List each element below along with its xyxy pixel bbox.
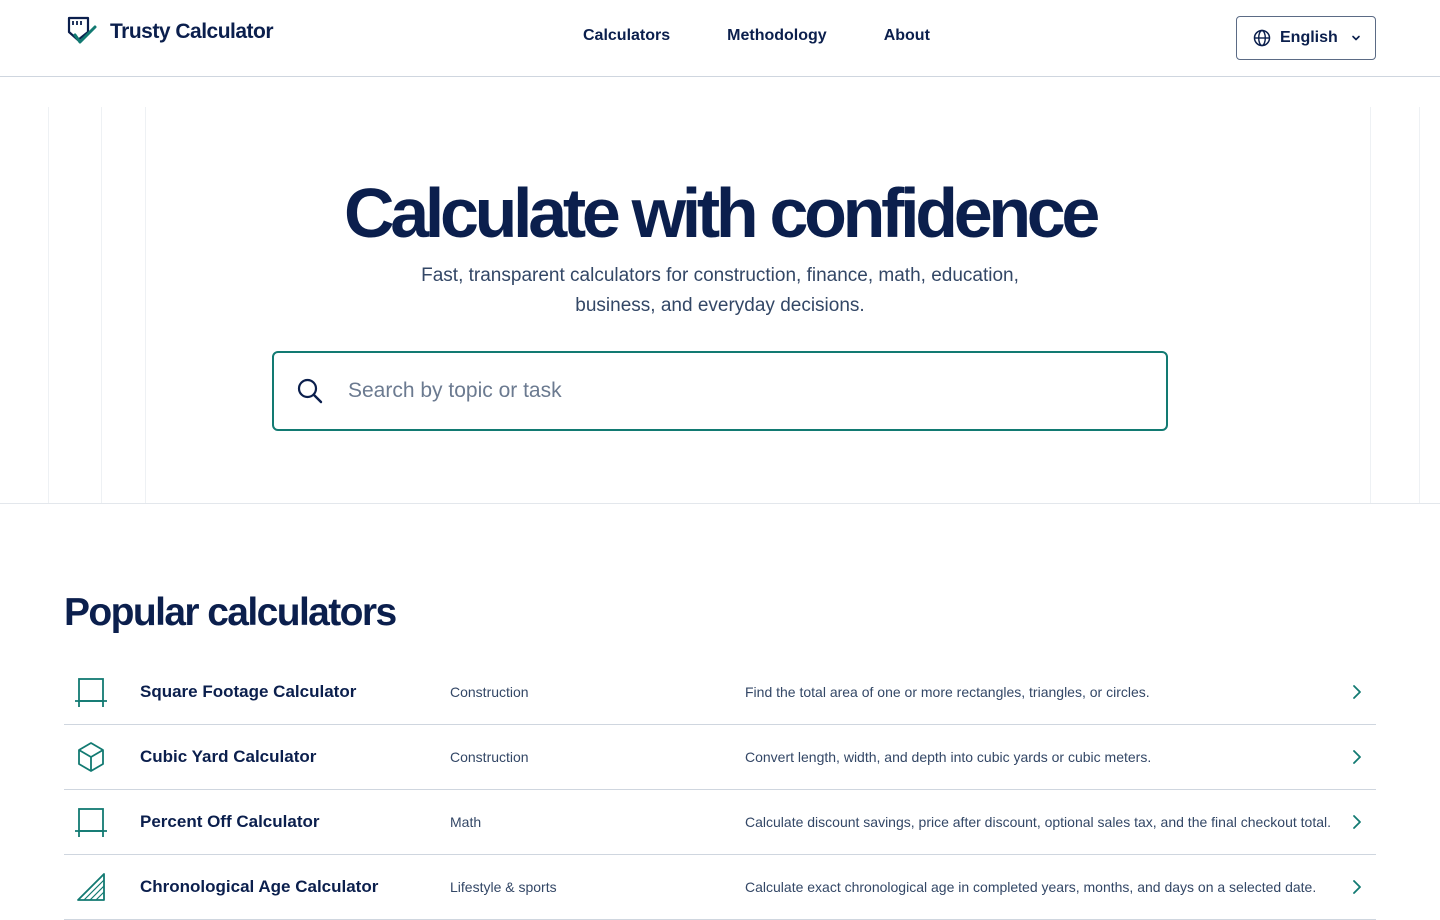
main-nav: Calculators Methodology About	[583, 27, 987, 45]
calculator-row[interactable]: Square Footage Calculator Construction F…	[64, 660, 1376, 725]
calculator-name: Cubic Yard Calculator	[140, 747, 317, 766]
calculator-name: Square Footage Calculator	[140, 682, 357, 701]
hero-title: Calculate with confidence	[343, 174, 1100, 252]
nav-about[interactable]: About	[884, 27, 930, 45]
search-input[interactable]	[348, 379, 1128, 403]
brand-name: Trusty Calculator	[110, 20, 274, 43]
calculator-description: Find the total area of one or more recta…	[745, 683, 1150, 700]
calculator-description: Calculate discount savings, price after …	[745, 813, 1332, 830]
hero: Calculate with confidence Fast, transpar…	[0, 77, 1440, 504]
chevron-right-icon	[1353, 750, 1361, 764]
square-frame-icon	[75, 808, 107, 837]
calculator-description: Calculate exact chronological age in com…	[745, 878, 1317, 895]
cube-icon	[78, 742, 104, 772]
nav-calculators[interactable]: Calculators	[583, 27, 670, 45]
hero-subtitle: Fast, transparent calculators for constr…	[421, 265, 1019, 316]
calculator-category: Construction	[450, 684, 529, 700]
grid-line	[48, 107, 49, 503]
brand-link[interactable]: Trusty Calculator	[66, 16, 274, 48]
square-frame-icon	[75, 678, 107, 707]
search-box[interactable]	[272, 351, 1168, 431]
calculator-row[interactable]: Percent Off Calculator Math Calculate di…	[64, 790, 1376, 855]
language-label: English	[1280, 29, 1338, 46]
calculator-category: Math	[450, 814, 482, 830]
triangle-ruler-icon	[77, 873, 105, 901]
calculator-list: Square Footage Calculator Construction F…	[64, 660, 1376, 920]
chevron-right-icon	[1353, 815, 1361, 829]
calculator-category: Lifestyle & sports	[450, 879, 557, 895]
logo-icon	[67, 16, 97, 44]
grid-line	[101, 107, 102, 503]
chevron-right-icon	[1353, 880, 1361, 894]
globe-icon	[1253, 29, 1271, 47]
grid-line	[1419, 107, 1420, 503]
grid-line	[1370, 107, 1371, 503]
calculator-category: Construction	[450, 749, 529, 765]
grid-line	[145, 107, 146, 503]
section-title: Popular calculators	[64, 591, 397, 634]
calculator-name: Percent Off Calculator	[140, 812, 320, 831]
chevron-right-icon	[1353, 685, 1361, 699]
chevron-down-icon	[1351, 35, 1360, 41]
search-icon	[297, 378, 323, 404]
calculator-name: Chronological Age Calculator	[140, 877, 379, 896]
calculator-description: Convert length, width, and depth into cu…	[745, 748, 1152, 765]
nav-methodology[interactable]: Methodology	[727, 27, 827, 45]
calculator-row[interactable]: Chronological Age Calculator Lifestyle &…	[64, 855, 1376, 920]
language-select[interactable]: English	[1236, 16, 1376, 60]
calculator-row[interactable]: Cubic Yard Calculator Construction Conve…	[64, 725, 1376, 790]
site-header: Trusty Calculator Calculators Methodolog…	[0, 0, 1440, 77]
